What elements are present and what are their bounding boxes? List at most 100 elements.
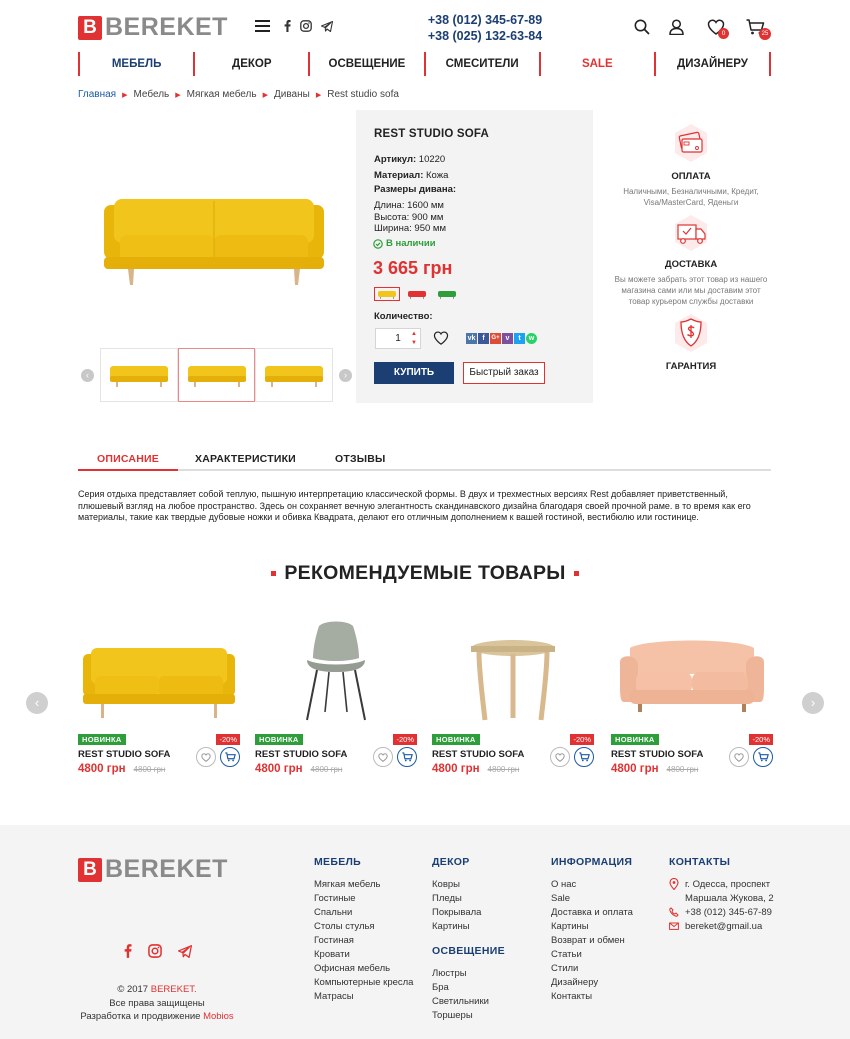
cart-icon[interactable]: 25: [746, 19, 771, 40]
footer-link[interactable]: Офисная мебель: [314, 962, 413, 976]
nav-decor[interactable]: ДЕКОР: [193, 52, 308, 76]
viber-icon[interactable]: v: [502, 333, 513, 344]
footer-link[interactable]: Гостиные: [314, 892, 413, 906]
contact-email[interactable]: bereket@gmail.ua: [669, 920, 774, 934]
google-plus-icon[interactable]: G+: [490, 333, 501, 344]
footer-link[interactable]: Sale: [551, 892, 633, 906]
footer-link[interactable]: Мягкая мебель: [314, 878, 413, 892]
add-to-wishlist-icon[interactable]: [196, 747, 216, 767]
color-swatch-green[interactable]: [434, 287, 460, 301]
breadcrumb-home[interactable]: Главная: [78, 89, 116, 100]
tab-description[interactable]: ОПИСАНИЕ: [78, 449, 178, 471]
footer-link[interactable]: Бра: [432, 981, 505, 995]
vk-icon[interactable]: vk: [466, 333, 477, 344]
nav-furniture[interactable]: МЕБЕЛЬ: [78, 52, 193, 76]
tab-reviews[interactable]: ОТЗЫВЫ: [335, 449, 386, 469]
product-card[interactable]: НОВИНКА -20% REST STUDIO SOFA 4800 грн 480…: [611, 612, 773, 775]
search-icon[interactable]: [634, 19, 650, 38]
facebook-icon[interactable]: [284, 20, 291, 32]
color-swatch-yellow[interactable]: [374, 287, 400, 301]
thumbnail-active[interactable]: [177, 348, 256, 402]
brand-link[interactable]: BEREKET.: [151, 984, 197, 995]
carousel-prev-button[interactable]: ‹: [26, 692, 48, 714]
instagram-icon[interactable]: [148, 944, 162, 958]
product-card[interactable]: НОВИНКА -20% REST STUDIO SOFA 4800 грн 480…: [78, 612, 240, 775]
thumbnail[interactable]: [99, 348, 178, 402]
nav-designers[interactable]: ДИЗАЙНЕРУ: [653, 52, 772, 76]
product-card-image[interactable]: [611, 612, 773, 724]
footer-link[interactable]: Ковры: [432, 878, 481, 892]
telegram-icon[interactable]: [321, 20, 333, 32]
phone-1[interactable]: +38 (012) 345-67-89: [400, 12, 570, 28]
wishlist-icon[interactable]: 0: [707, 19, 729, 39]
footer-link[interactable]: Картины: [432, 920, 481, 934]
add-to-wishlist-icon[interactable]: [550, 747, 570, 767]
carousel-next-button[interactable]: ›: [802, 692, 824, 714]
quantity-value[interactable]: 1: [395, 333, 401, 344]
footer-link[interactable]: Матрасы: [314, 990, 413, 1004]
footer-link[interactable]: Покрывала: [432, 906, 481, 920]
tab-characteristics[interactable]: ХАРАКТЕРИСТИКИ: [195, 449, 296, 469]
nav-lighting[interactable]: ОСВЕЩЕНИЕ: [308, 52, 423, 76]
nav-sale[interactable]: SALE: [538, 52, 654, 76]
footer-col-title[interactable]: МЕБЕЛЬ: [314, 856, 413, 868]
wishlist-heart-icon[interactable]: [433, 331, 449, 348]
telegram-icon[interactable]: [178, 944, 192, 958]
thumb-prev-button[interactable]: ‹: [81, 368, 94, 382]
color-swatch-red[interactable]: [404, 287, 430, 301]
footer-link[interactable]: Светильники: [432, 995, 505, 1009]
product-card-image[interactable]: [78, 612, 240, 724]
footer-col-title[interactable]: ДЕКОР: [432, 856, 481, 868]
add-to-cart-icon[interactable]: [397, 747, 417, 767]
footer-link[interactable]: Люстры: [432, 967, 505, 981]
footer-link[interactable]: Пледы: [432, 892, 481, 906]
buy-button[interactable]: КУПИТЬ: [374, 362, 454, 384]
thumb-next-button[interactable]: ›: [339, 368, 353, 382]
footer-link[interactable]: Стили: [551, 962, 633, 976]
product-main-image[interactable]: [98, 185, 330, 293]
product-card-image[interactable]: [432, 612, 594, 724]
footer-link[interactable]: О нас: [551, 878, 633, 892]
footer-link[interactable]: Спальни: [314, 906, 413, 920]
add-to-wishlist-icon[interactable]: [373, 747, 393, 767]
add-to-wishlist-icon[interactable]: [729, 747, 749, 767]
breadcrumb-soft-furniture[interactable]: Мягкая мебель: [187, 89, 257, 100]
product-card[interactable]: НОВИНКА -20% REST STUDIO SOFA 4800 грн 480…: [255, 612, 417, 775]
footer-link[interactable]: Доставка и оплата: [551, 906, 633, 920]
breadcrumb-sofas[interactable]: Диваны: [274, 89, 310, 100]
user-icon[interactable]: [669, 19, 684, 38]
facebook-share-icon[interactable]: f: [478, 333, 489, 344]
add-to-cart-icon[interactable]: [574, 747, 594, 767]
footer-logo[interactable]: B BEREKET: [78, 857, 228, 882]
quantity-arrows[interactable]: ▲ ▼: [411, 330, 417, 348]
footer-link[interactable]: Дизайнеру: [551, 976, 633, 990]
whatsapp-icon[interactable]: w: [526, 333, 537, 344]
footer-link[interactable]: Торшеры: [432, 1009, 505, 1023]
breadcrumb-furniture[interactable]: Мебель: [133, 89, 169, 100]
footer-link[interactable]: Компьютерные кресла: [314, 976, 413, 990]
add-to-cart-icon[interactable]: [753, 747, 773, 767]
footer-link[interactable]: Возврат и обмен: [551, 934, 633, 948]
footer-link[interactable]: Гостиная: [314, 934, 413, 948]
footer-link[interactable]: Картины: [551, 920, 633, 934]
instagram-icon[interactable]: [300, 20, 312, 32]
menu-icon[interactable]: [255, 19, 270, 36]
footer-col-title[interactable]: ИНФОРМАЦИЯ: [551, 856, 633, 868]
product-card-image[interactable]: [255, 612, 417, 724]
quantity-stepper[interactable]: 1 ▲ ▼: [375, 328, 421, 349]
logo[interactable]: B BEREKET: [78, 15, 228, 40]
footer-link[interactable]: Столы стулья: [314, 920, 413, 934]
contact-phone[interactable]: +38 (012) 345-67-89: [669, 906, 774, 920]
nav-faucets[interactable]: СМЕСИТЕЛИ: [423, 52, 539, 76]
twitter-icon[interactable]: t: [514, 333, 525, 344]
phone-2[interactable]: +38 (025) 132-63-84: [400, 28, 570, 44]
developer-link[interactable]: Mobios: [203, 1011, 234, 1022]
product-card[interactable]: НОВИНКА -20% REST STUDIO SOFA 4800 грн 480…: [432, 612, 594, 775]
footer-link[interactable]: Статьи: [551, 948, 633, 962]
facebook-icon[interactable]: [124, 944, 132, 958]
quick-order-button[interactable]: Быстрый заказ: [463, 362, 545, 384]
footer-col-title[interactable]: ОСВЕЩЕНИЕ: [432, 945, 505, 957]
thumbnail[interactable]: [255, 348, 334, 402]
footer-link[interactable]: Контакты: [551, 990, 633, 1004]
footer-link[interactable]: Кровати: [314, 948, 413, 962]
